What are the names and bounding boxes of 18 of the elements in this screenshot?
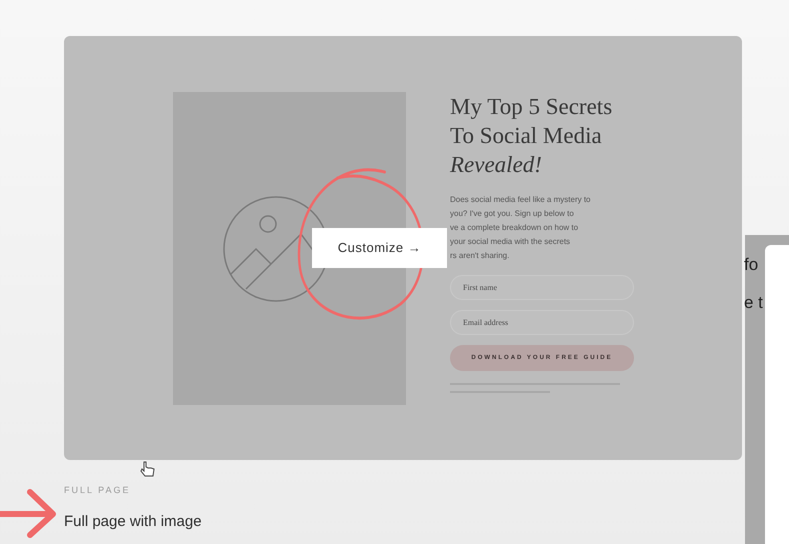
- customize-button[interactable]: Customize →: [312, 228, 447, 268]
- annotation-arrow: [0, 488, 58, 538]
- body-text-line: ve a complete breakdown on how to: [450, 222, 578, 234]
- side-panel-text: fo: [744, 255, 758, 275]
- input-field[interactable]: Email address: [450, 310, 634, 335]
- body-text-line: Does social media feel like a mystery to: [450, 194, 590, 206]
- body-text-line: you? I've got you. Sign up below to: [450, 208, 574, 220]
- cursor-icon: [140, 460, 156, 478]
- template-category: FULL PAGE: [64, 484, 131, 497]
- body-text-line: rs aren't sharing.: [450, 250, 510, 262]
- template-name[interactable]: Full page with image: [64, 510, 202, 533]
- headline-line: My Top 5 Secrets: [450, 93, 614, 121]
- body-text-line: your social media with the secrets: [450, 236, 570, 248]
- preview-card[interactable]: [64, 36, 742, 460]
- headline-emphasis: Revealed!: [450, 151, 543, 179]
- headline-line: To Social Media: [450, 122, 603, 150]
- input-field[interactable]: First name: [450, 275, 634, 300]
- side-panel-text: e t: [744, 293, 763, 313]
